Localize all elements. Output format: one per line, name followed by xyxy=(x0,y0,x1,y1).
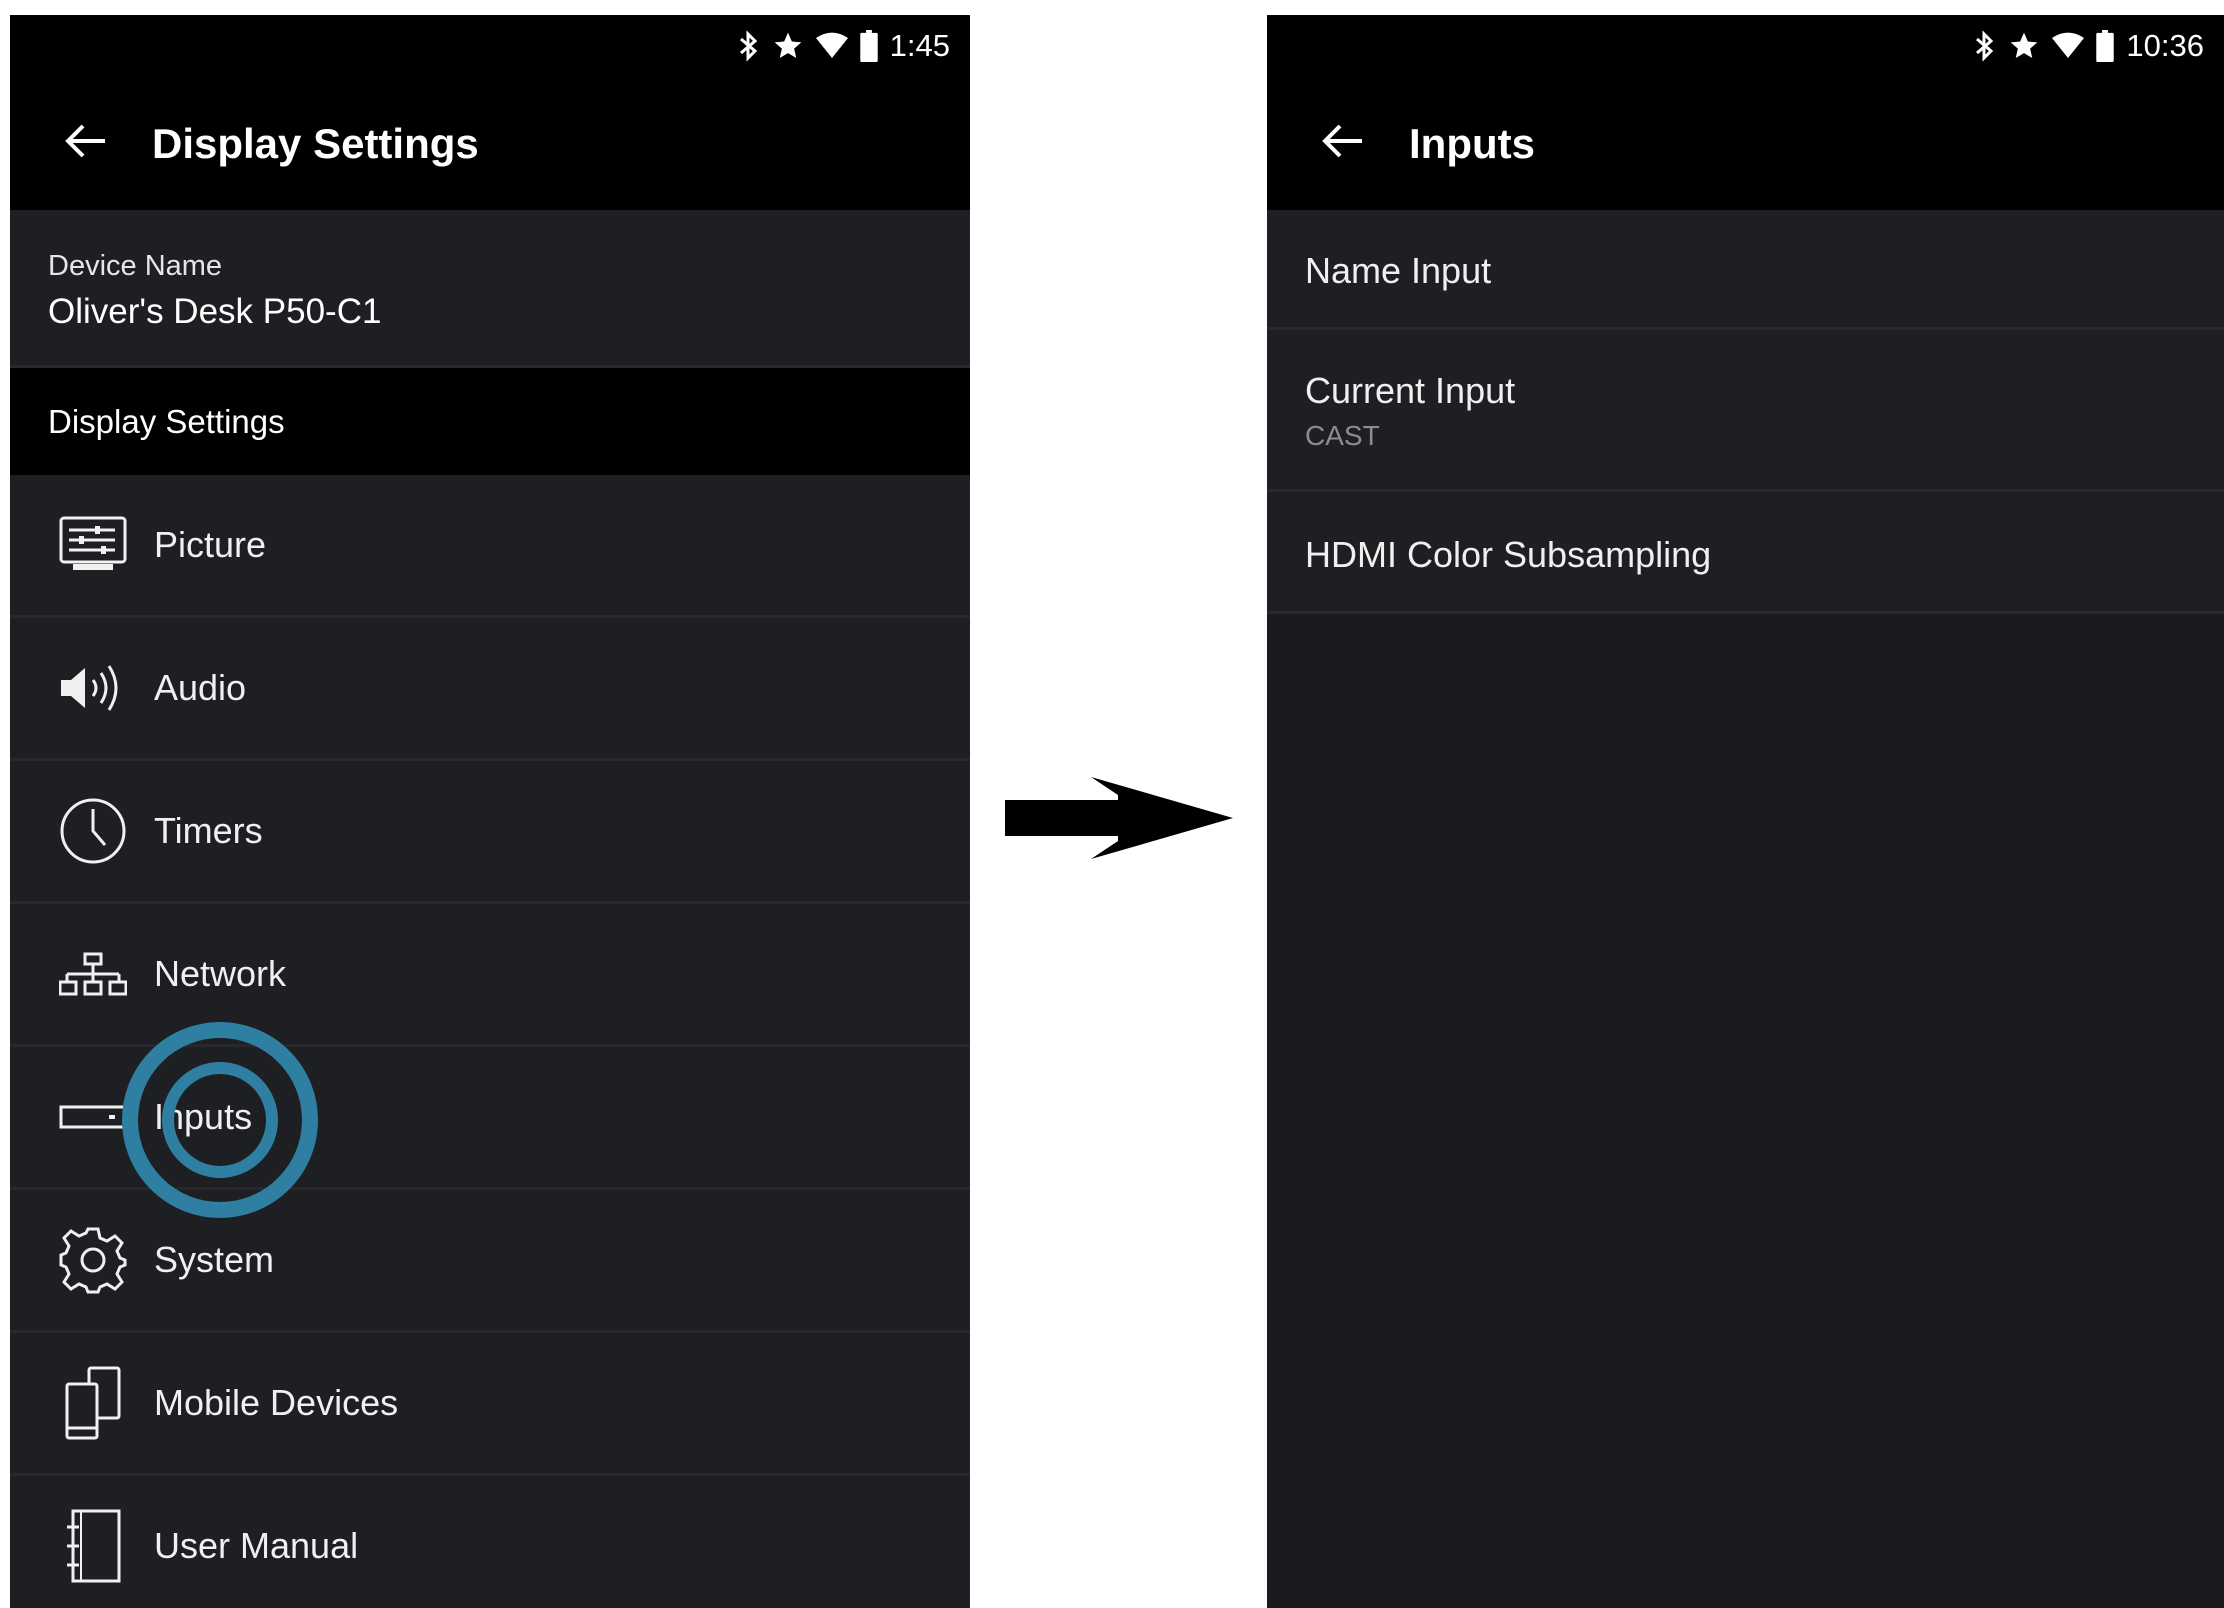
inputs-screen: 10:36 Inputs Name Input Current Input CA… xyxy=(1267,15,2224,1608)
menu-item-label: Timers xyxy=(154,810,263,851)
back-arrow-icon xyxy=(63,123,107,164)
menu-item-label: System xyxy=(154,1239,275,1280)
bluetooth-icon xyxy=(738,30,760,62)
back-arrow-icon xyxy=(1320,123,1364,164)
wifi-icon xyxy=(815,32,848,60)
gear-icon xyxy=(48,1215,138,1305)
menu-item-system[interactable]: System xyxy=(10,1190,970,1333)
menu-item-picture[interactable]: Picture xyxy=(10,475,970,618)
page-title: Inputs xyxy=(1409,119,1535,167)
back-button[interactable] xyxy=(40,99,130,189)
battery-icon xyxy=(2096,30,2115,62)
device-name-row[interactable]: Device Name Oliver's Desk P50-C1 xyxy=(10,210,970,368)
network-icon xyxy=(48,929,138,1019)
menu-item-label: Picture xyxy=(154,524,267,565)
mobile-devices-icon xyxy=(48,1358,138,1448)
back-button[interactable] xyxy=(1297,99,1387,189)
app-bar: Inputs xyxy=(1267,77,2224,210)
device-name-value: Oliver's Desk P50-C1 xyxy=(48,292,382,331)
app-bar: Display Settings xyxy=(10,77,970,210)
clock-icon xyxy=(48,786,138,876)
status-bar: 1:45 xyxy=(10,15,970,77)
menu-item-label: User Manual xyxy=(154,1525,359,1566)
status-time: 1:45 xyxy=(889,28,950,63)
menu-item-label: Audio xyxy=(154,667,247,708)
battery-icon xyxy=(859,30,878,62)
bluetooth-icon xyxy=(1974,30,1996,62)
menu-item-timers[interactable]: Timers xyxy=(10,761,970,904)
menu-item-label: Network xyxy=(154,953,287,994)
picture-icon xyxy=(48,500,138,590)
menu-item-audio[interactable]: Audio xyxy=(10,618,970,761)
item-label: Current Input xyxy=(1305,370,1516,411)
menu-item-inputs[interactable]: Inputs xyxy=(10,1047,970,1190)
menu-item-mobile-devices[interactable]: Mobile Devices xyxy=(10,1333,970,1476)
status-time: 10:36 xyxy=(2126,28,2204,63)
star-icon xyxy=(772,30,804,62)
audio-icon xyxy=(48,643,138,733)
star-icon xyxy=(2008,30,2040,62)
manual-icon xyxy=(48,1501,138,1591)
right-arrow-icon xyxy=(1003,775,1235,861)
menu-item-user-manual[interactable]: User Manual xyxy=(10,1476,970,1608)
item-label: HDMI Color Subsampling xyxy=(1305,534,1712,575)
menu-item-network[interactable]: Network xyxy=(10,904,970,1047)
display-settings-screen: 1:45 Display Settings Device Name Oliver… xyxy=(10,15,970,1608)
hdmi-color-subsampling-item[interactable]: HDMI Color Subsampling xyxy=(1267,492,2224,614)
name-input-item[interactable]: Name Input xyxy=(1267,210,2224,330)
current-input-item[interactable]: Current Input CAST xyxy=(1267,330,2224,492)
inputs-icon xyxy=(48,1072,138,1162)
wifi-icon xyxy=(2052,32,2085,60)
status-bar: 10:36 xyxy=(1267,15,2224,77)
menu-item-label: Mobile Devices xyxy=(154,1382,399,1423)
page-title: Display Settings xyxy=(152,119,479,167)
item-value: CAST xyxy=(1305,420,1380,451)
menu-item-label: Inputs xyxy=(154,1096,253,1137)
section-header: Display Settings xyxy=(10,368,970,475)
device-name-label: Device Name xyxy=(48,250,223,282)
item-label: Name Input xyxy=(1305,250,1492,291)
